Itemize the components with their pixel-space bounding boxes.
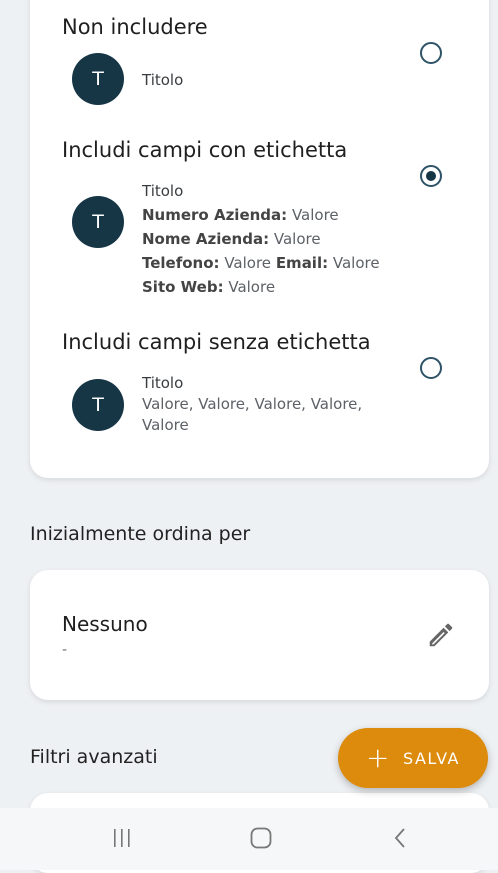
sort-section-title: Inizialmente ordina per [30, 523, 251, 545]
avatar: T [72, 196, 124, 248]
recent-apps-icon[interactable] [111, 826, 133, 854]
preview-title: Titolo [142, 182, 184, 200]
radio-button-unselected[interactable] [420, 357, 442, 379]
display-options-card: Non includere T Titolo Includi campi con… [30, 0, 489, 478]
save-button-label: SALVA [403, 748, 460, 768]
preview-title: Titolo [142, 374, 184, 392]
field-row-website: Sito Web: Valore [142, 278, 276, 296]
radio-button-selected[interactable] [420, 165, 442, 187]
save-button[interactable]: + SALVA [338, 728, 488, 788]
system-nav-bar [0, 808, 498, 870]
sort-subvalue: - [62, 642, 68, 658]
field-row-company-name: Nome Azienda: Valore [142, 230, 321, 248]
field-row-phone-email: Telefono: Valore Email: Valore [142, 254, 380, 272]
option-title: Includi campi senza etichetta [62, 330, 371, 354]
preview-text: Titolo [142, 68, 183, 92]
avatar: T [72, 379, 124, 431]
avatar: T [72, 53, 124, 105]
filters-section-title: Filtri avanzati [30, 746, 158, 768]
preview-title: Titolo [142, 71, 184, 89]
option-title: Non includere [62, 15, 208, 39]
sort-card[interactable]: Nessuno - [30, 570, 489, 700]
sort-value: Nessuno [62, 612, 148, 636]
pencil-icon[interactable] [426, 620, 456, 650]
preview-text: Titolo Numero Azienda: Valore Nome Azien… [142, 179, 380, 299]
back-icon[interactable] [392, 826, 408, 854]
plus-icon: + [366, 741, 392, 774]
option-title: Includi campi con etichetta [62, 138, 348, 162]
radio-button-unselected[interactable] [420, 42, 442, 64]
field-row-company-number: Numero Azienda: Valore [142, 206, 339, 224]
home-icon[interactable] [249, 826, 273, 854]
preview-text: Titolo Valore, Valore, Valore, Valore, V… [142, 373, 387, 436]
